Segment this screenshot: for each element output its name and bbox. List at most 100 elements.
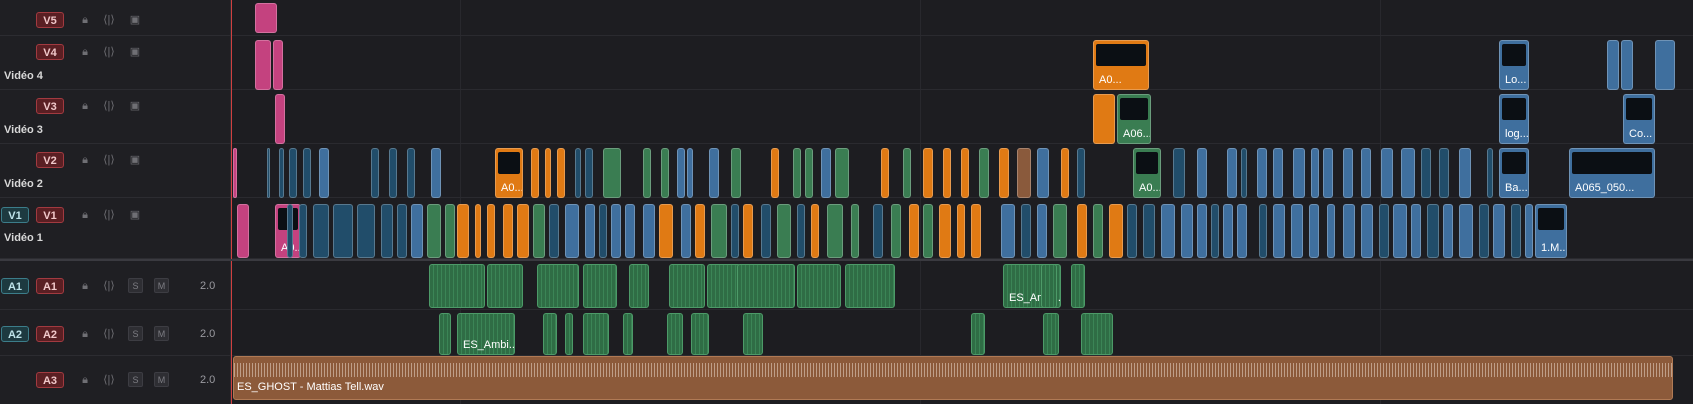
video-clip[interactable] [731, 204, 739, 258]
video-clip[interactable] [625, 204, 635, 258]
video-clip[interactable] [821, 148, 831, 198]
film-icon[interactable]: ▣ [128, 14, 142, 26]
video-clip[interactable] [643, 204, 655, 258]
video-clip[interactable] [1017, 148, 1031, 198]
video-clip[interactable] [585, 204, 595, 258]
track-a3-badge[interactable]: A3 [36, 372, 64, 388]
audio-clip[interactable] [1071, 264, 1085, 308]
source-patch-a2[interactable]: A2 [1, 326, 29, 342]
video-clip[interactable] [1379, 204, 1389, 258]
lock-icon[interactable]: 🔒︎ [78, 14, 92, 26]
video-clip[interactable] [397, 204, 407, 258]
video-clip[interactable] [979, 148, 989, 198]
video-clip[interactable] [407, 148, 415, 198]
video-clip[interactable] [1443, 204, 1453, 258]
track-v3-badge[interactable]: V3 [36, 98, 64, 114]
video-clip[interactable] [761, 204, 771, 258]
video-clip[interactable] [381, 204, 393, 258]
video-clip[interactable] [431, 148, 441, 198]
video-clip[interactable] [1427, 204, 1439, 258]
video-clip[interactable] [709, 148, 719, 198]
video-clip[interactable] [1511, 204, 1521, 258]
video-clip[interactable] [835, 148, 849, 198]
mute-button[interactable]: M [154, 326, 169, 341]
audio-clip[interactable]: ES_Ambi... [457, 313, 515, 355]
link-icon[interactable]: ⟨|⟩ [102, 100, 116, 112]
video-clip[interactable] [533, 204, 545, 258]
video-clip[interactable] [503, 204, 513, 258]
video-clip[interactable] [1181, 204, 1193, 258]
video-clip[interactable] [319, 148, 329, 198]
audio-clip[interactable] [629, 264, 649, 308]
video-clip[interactable] [1393, 204, 1407, 258]
video-clip[interactable] [1411, 204, 1421, 258]
video-clip[interactable] [793, 148, 801, 198]
video-clip[interactable] [1293, 148, 1305, 198]
lock-icon[interactable]: 🔒︎ [78, 46, 92, 58]
video-clip[interactable] [743, 204, 753, 258]
video-clip[interactable] [1211, 204, 1219, 258]
audio-clip[interactable] [583, 313, 609, 355]
video-clip[interactable]: Co... [1623, 94, 1655, 144]
video-clip[interactable] [273, 40, 283, 90]
video-clip[interactable]: A0... [495, 148, 523, 198]
video-clip[interactable] [827, 204, 843, 258]
source-patch-a1[interactable]: A1 [1, 278, 29, 294]
video-clip[interactable] [313, 204, 329, 258]
video-clip[interactable] [681, 204, 691, 258]
film-icon[interactable]: ▣ [128, 100, 142, 112]
video-clip[interactable]: Ba... [1499, 148, 1529, 198]
video-clip[interactable] [411, 204, 423, 258]
video-clip[interactable] [427, 204, 441, 258]
video-clip[interactable] [557, 148, 565, 198]
mute-button[interactable]: M [154, 372, 169, 387]
audio-clip[interactable] [487, 264, 523, 308]
video-clip[interactable] [961, 148, 969, 198]
video-clip[interactable] [1227, 148, 1237, 198]
video-clip[interactable]: 1.M... [1535, 204, 1567, 258]
video-clip[interactable] [357, 204, 375, 258]
video-clip[interactable] [1237, 204, 1247, 258]
audio-clip[interactable] [583, 264, 617, 308]
video-clip[interactable] [939, 204, 951, 258]
video-clip[interactable] [1197, 204, 1207, 258]
lock-icon[interactable]: 🔒︎ [78, 100, 92, 112]
video-clip[interactable] [1197, 148, 1207, 198]
video-clip[interactable] [389, 148, 397, 198]
video-clip[interactable] [891, 204, 901, 258]
video-clip[interactable] [943, 148, 951, 198]
video-clip[interactable] [487, 204, 495, 258]
video-clip[interactable] [1309, 204, 1319, 258]
video-clip[interactable] [711, 204, 727, 258]
video-clip[interactable] [1323, 148, 1333, 198]
video-clip[interactable] [643, 148, 651, 198]
video-clip[interactable] [1077, 204, 1087, 258]
video-clip[interactable]: A0... [1133, 148, 1161, 198]
video-clip[interactable] [923, 148, 933, 198]
audio-clip[interactable] [743, 313, 763, 355]
video-clip[interactable] [873, 204, 883, 258]
video-clip[interactable] [565, 204, 579, 258]
mute-button[interactable]: M [154, 278, 169, 293]
video-clip[interactable] [531, 148, 539, 198]
video-clip[interactable] [611, 204, 621, 258]
audio-clip[interactable] [691, 313, 709, 355]
video-clip[interactable] [999, 148, 1009, 198]
video-clip[interactable] [299, 204, 307, 258]
timeline-area[interactable]: A0... Lo... A06... log... Co... A0... A0… [231, 0, 1693, 404]
link-icon[interactable]: ⟨|⟩ [102, 154, 116, 166]
track-v2-badge[interactable]: V2 [36, 152, 64, 168]
video-clip[interactable] [457, 204, 469, 258]
track-a1-badge[interactable]: A1 [36, 278, 64, 294]
video-clip[interactable] [731, 148, 741, 198]
audio-clip[interactable] [845, 264, 895, 308]
video-clip[interactable] [545, 148, 551, 198]
video-clip[interactable] [1037, 148, 1049, 198]
solo-button[interactable]: S [128, 372, 143, 387]
video-clip[interactable] [1061, 148, 1069, 198]
video-clip[interactable] [575, 148, 581, 198]
video-clip[interactable] [957, 204, 965, 258]
video-clip[interactable] [1361, 204, 1373, 258]
video-clip[interactable] [661, 148, 669, 198]
video-clip[interactable] [599, 204, 607, 258]
